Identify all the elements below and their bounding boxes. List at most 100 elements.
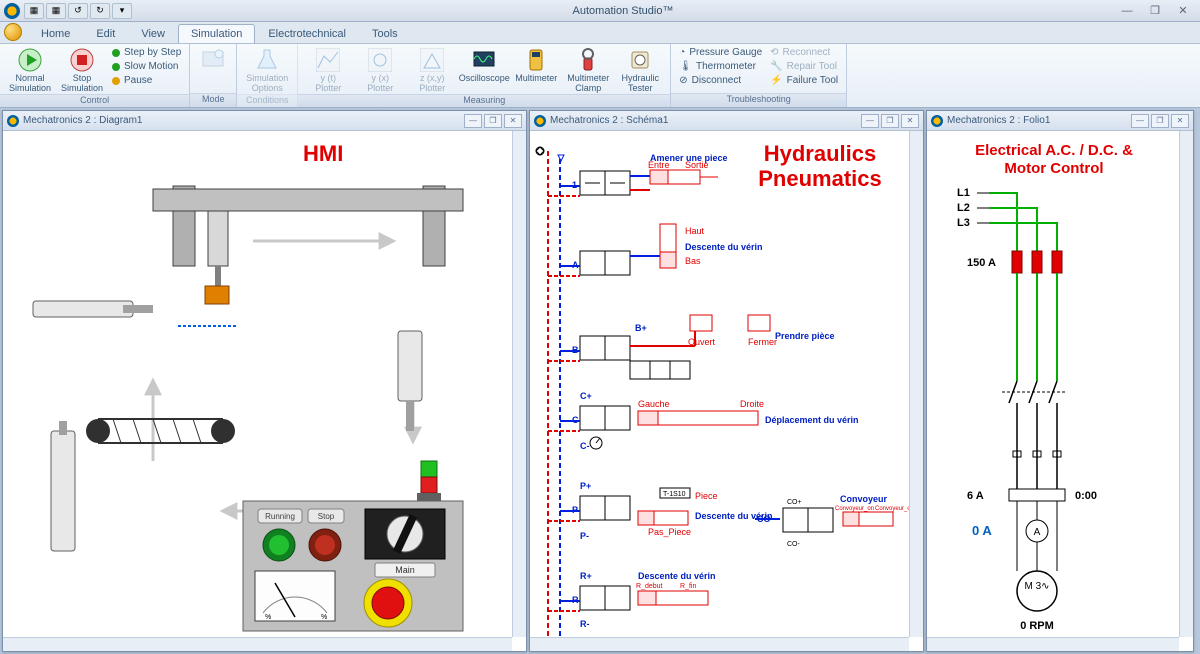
vertical-scrollbar[interactable] xyxy=(1179,131,1193,637)
pane-schema1: Mechatronics 2 : Schéma1 — ❐ ✕ Hydraulic… xyxy=(529,110,924,652)
app-logo-icon xyxy=(4,3,20,19)
tab-view[interactable]: View xyxy=(128,24,178,43)
step-by-step-button[interactable]: Step by Step xyxy=(110,46,183,59)
vertical-scrollbar[interactable] xyxy=(909,131,923,637)
multimeter-button[interactable]: Multimeter xyxy=(512,46,560,84)
pane-close-button[interactable]: ✕ xyxy=(901,114,919,128)
pause-small-icon xyxy=(112,77,120,85)
svg-text:0:00: 0:00 xyxy=(1075,490,1097,502)
pane-min-button[interactable]: — xyxy=(1131,114,1149,128)
svg-text:0 RPM: 0 RPM xyxy=(1020,620,1054,632)
yx-plotter-button[interactable]: y (x) Plotter xyxy=(356,46,404,94)
oscilloscope-button[interactable]: Oscilloscope xyxy=(460,46,508,84)
horizontal-scrollbar[interactable] xyxy=(3,637,512,651)
svg-text:R-: R- xyxy=(580,619,590,629)
svg-text:Running: Running xyxy=(265,512,295,521)
tab-home[interactable]: Home xyxy=(28,24,83,43)
svg-text:150 A: 150 A xyxy=(967,257,996,269)
yt-plotter-button[interactable]: y (t) Plotter xyxy=(304,46,352,94)
doc-icon xyxy=(534,115,546,127)
diagram-canvas[interactable]: Electrical A.C. / D.C. & Motor Control L… xyxy=(927,131,1193,651)
qat-btn[interactable]: ▾ xyxy=(112,3,132,19)
svg-text:M 3∿: M 3∿ xyxy=(1024,581,1049,592)
failure-tool-button[interactable]: ⚡Failure Tool xyxy=(768,74,840,87)
pane-titlebar[interactable]: Mechatronics 2 : Diagram1 — ❐ ✕ xyxy=(3,111,526,131)
qat-btn[interactable]: ▦ xyxy=(46,3,66,19)
pane-title-text: Mechatronics 2 : Schéma1 xyxy=(550,115,668,126)
pause-button[interactable]: Pause xyxy=(110,74,183,87)
normal-simulation-button[interactable]: Normal Simulation xyxy=(6,46,54,94)
ribbon-group-conditions: Simulation Options Conditions xyxy=(237,44,298,107)
disconnect-button[interactable]: ⊘Disconnect xyxy=(677,74,764,87)
svg-text:R+: R+ xyxy=(580,571,592,581)
maximize-button[interactable]: ❐ xyxy=(1142,3,1168,19)
reconnect-button[interactable]: ⟲Reconnect xyxy=(768,46,840,59)
tab-tools[interactable]: Tools xyxy=(359,24,411,43)
diagram-canvas[interactable]: HMI xyxy=(3,131,526,651)
pane-max-button[interactable]: ❐ xyxy=(1151,114,1169,128)
plot-icon xyxy=(316,48,340,72)
pane-diagram1: Mechatronics 2 : Diagram1 — ❐ ✕ HMI xyxy=(2,110,527,652)
zxy-plotter-button[interactable]: z (x,y) Plotter xyxy=(408,46,456,94)
tab-electrotechnical[interactable]: Electrotechnical xyxy=(255,24,359,43)
svg-text:Convoyeur: Convoyeur xyxy=(840,494,888,504)
pane-titlebar[interactable]: Mechatronics 2 : Folio1 — ❐ ✕ xyxy=(927,111,1193,131)
pane-min-button[interactable]: — xyxy=(861,114,879,128)
mode-button[interactable] xyxy=(196,46,230,74)
svg-text:Hydraulics: Hydraulics xyxy=(764,141,877,166)
pane-title-text: Mechatronics 2 : Folio1 xyxy=(947,115,1050,126)
multimeter-clamp-button[interactable]: Multimeter Clamp xyxy=(564,46,612,94)
qat-btn[interactable]: ↺ xyxy=(68,3,88,19)
simulation-options-button[interactable]: Simulation Options xyxy=(243,46,291,94)
pane-titlebar[interactable]: Mechatronics 2 : Schéma1 — ❐ ✕ xyxy=(530,111,923,131)
svg-text:Ouvert: Ouvert xyxy=(688,337,716,347)
qat-btn[interactable]: ▦ xyxy=(24,3,44,19)
close-button[interactable]: ✕ xyxy=(1170,3,1196,19)
svg-text:Entre: Entre xyxy=(648,160,670,170)
svg-text:Fermer: Fermer xyxy=(748,337,777,347)
pressure-gauge-button[interactable]: ◔Pressure Gauge xyxy=(677,46,764,59)
ribbon-tabs: Home Edit View Simulation Electrotechnic… xyxy=(0,22,1200,44)
group-title: Control xyxy=(0,94,189,107)
horizontal-scrollbar[interactable] xyxy=(530,637,909,651)
pane-max-button[interactable]: ❐ xyxy=(484,114,502,128)
pane-close-button[interactable]: ✕ xyxy=(1171,114,1189,128)
ribbon-group-troubleshooting: ◔Pressure Gauge 🌡Thermometer ⊘Disconnect… xyxy=(671,44,847,107)
tab-edit[interactable]: Edit xyxy=(83,24,128,43)
group-title: Measuring xyxy=(298,94,670,107)
wrench-icon: 🔧 xyxy=(770,61,782,72)
horizontal-scrollbar[interactable] xyxy=(927,637,1179,651)
play-small-icon xyxy=(112,63,120,71)
tab-simulation[interactable]: Simulation xyxy=(178,24,255,43)
flask-icon xyxy=(255,48,279,72)
pane-max-button[interactable]: ❐ xyxy=(881,114,899,128)
svg-text:Electrical A.C. / D.C. &: Electrical A.C. / D.C. & xyxy=(975,142,1133,159)
qat-btn[interactable]: ↻ xyxy=(90,3,110,19)
hydraulic-tester-button[interactable]: Hydraulic Tester xyxy=(616,46,664,94)
doc-icon xyxy=(931,115,943,127)
svg-text:Bas: Bas xyxy=(685,256,701,266)
svg-text:C+: C+ xyxy=(580,391,592,401)
diagram-canvas[interactable]: Hydraulics Pneumatics 1 xyxy=(530,131,923,651)
slow-motion-button[interactable]: Slow Motion xyxy=(110,60,183,73)
repair-tool-button[interactable]: 🔧Repair Tool xyxy=(768,60,840,73)
svg-text:Prendre pièce: Prendre pièce xyxy=(775,331,835,341)
app-title: Automation Studio™ xyxy=(132,5,1114,17)
svg-text:P+: P+ xyxy=(580,481,591,491)
group-title: Mode xyxy=(190,93,236,107)
svg-text:T-1S10: T-1S10 xyxy=(663,491,686,498)
minimize-button[interactable]: — xyxy=(1114,3,1140,19)
group-title: Conditions xyxy=(237,94,297,107)
svg-text:Sortie: Sortie xyxy=(685,160,709,170)
ribbon-group-measuring: y (t) Plotter y (x) Plotter z (x,y) Plot… xyxy=(298,44,671,107)
vertical-scrollbar[interactable] xyxy=(512,131,526,637)
pane-min-button[interactable]: — xyxy=(464,114,482,128)
lightning-icon: ⚡ xyxy=(770,75,782,86)
svg-text:Piece: Piece xyxy=(695,491,718,501)
pane-close-button[interactable]: ✕ xyxy=(504,114,522,128)
stop-simulation-button[interactable]: Stop Simulation xyxy=(58,46,106,94)
thermometer-icon: 🌡 xyxy=(679,61,692,72)
thermometer-button[interactable]: 🌡Thermometer xyxy=(677,60,764,73)
app-menu-orb[interactable] xyxy=(4,23,22,41)
svg-text:Déplacement du vérin: Déplacement du vérin xyxy=(765,415,859,425)
